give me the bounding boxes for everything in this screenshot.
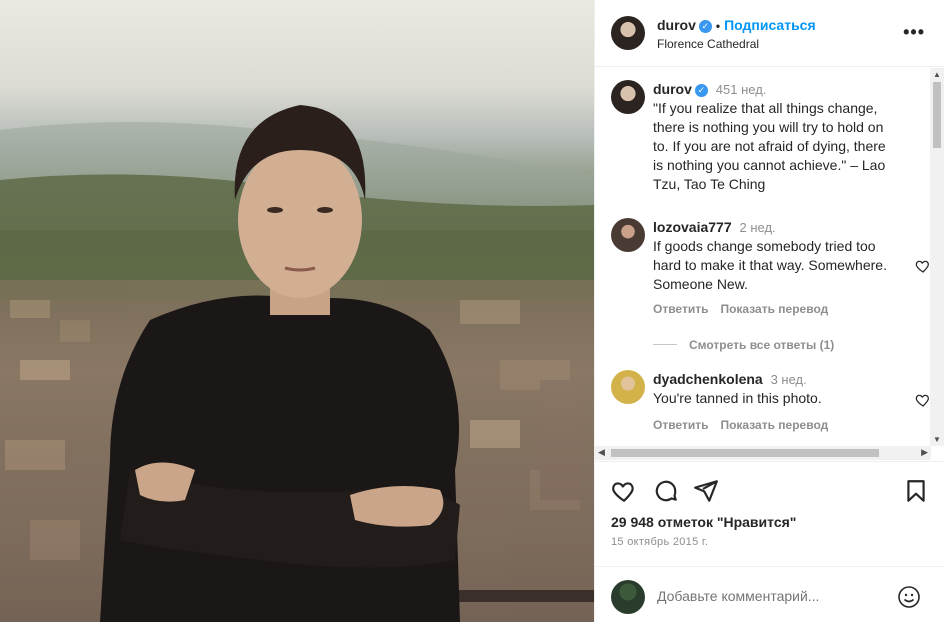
post-sidebar: durov ✓ • Подписаться Florence Cathedral ••… — [594, 0, 944, 622]
post-footer: 29 948 отметок "Нравится" 15 октябрь 201… — [595, 461, 944, 622]
comment-input[interactable] — [657, 588, 887, 604]
view-replies-label: Смотреть все ответы (1) — [689, 338, 835, 352]
horizontal-scroll-thumb[interactable] — [611, 449, 879, 457]
replies-line — [653, 344, 677, 345]
post-photo[interactable] — [0, 0, 594, 622]
scroll-right-icon[interactable]: ▶ — [921, 447, 928, 458]
comment-actions: Ответить Показать перевод — [653, 418, 840, 432]
reply-button[interactable]: Ответить — [653, 302, 708, 316]
like-comment-heart-icon[interactable] — [915, 258, 931, 274]
horizontal-scrollbar[interactable]: ◀ ▶ — [595, 446, 931, 460]
author-avatar[interactable] — [611, 80, 645, 114]
like-comment-heart-icon[interactable] — [915, 392, 931, 408]
comment-body: dyadchenkolena 3 нед. You're tanned in t… — [653, 370, 893, 408]
caption-username[interactable]: durov — [653, 81, 692, 97]
more-options-icon[interactable]: ••• — [903, 22, 925, 43]
comment-bubble-icon[interactable] — [653, 478, 679, 504]
comment-time[interactable]: 3 нед. — [771, 372, 807, 387]
show-translation-button[interactable]: Показать перевод — [720, 302, 828, 316]
scroll-up-icon[interactable]: ▲ — [933, 70, 941, 79]
current-user-avatar — [611, 580, 645, 614]
comment-body: lozovaia777 2 нед. If goods change someb… — [653, 218, 893, 294]
follow-button[interactable]: Подписаться — [724, 17, 816, 33]
vertical-scroll-thumb[interactable] — [933, 82, 941, 148]
photo-illustration — [0, 105, 594, 622]
like-heart-icon[interactable] — [611, 478, 637, 504]
separator-dot: • — [715, 19, 721, 33]
comment-time[interactable]: 2 нед. — [740, 220, 776, 235]
post-header: durov ✓ • Подписаться Florence Cathedral ••… — [595, 0, 944, 67]
post-location[interactable]: Florence Cathedral — [657, 37, 759, 51]
comment-username[interactable]: lozovaia777 — [653, 219, 732, 235]
comment-text: You're tanned in this photo. — [653, 390, 822, 406]
commenter-avatar[interactable] — [611, 370, 645, 404]
author-username[interactable]: durov — [657, 17, 696, 33]
comment-username[interactable]: dyadchenkolena — [653, 371, 763, 387]
comments-list[interactable]: durov ✓ 451 нед. "If you realize that all… — [595, 68, 944, 446]
likes-count[interactable]: 29 948 отметок "Нравится" — [611, 514, 796, 530]
commenter-avatar[interactable] — [611, 218, 645, 252]
comment-actions: Ответить Показать перевод — [653, 302, 840, 316]
bookmark-save-icon[interactable] — [903, 478, 929, 504]
post-date[interactable]: 15 октябрь 2015 г. — [611, 536, 708, 548]
scroll-down-icon[interactable]: ▼ — [933, 435, 941, 444]
comment-text: If goods change somebody tried too hard … — [653, 238, 887, 292]
share-send-icon[interactable] — [693, 478, 719, 504]
author-line: durov ✓ • Подписаться — [657, 17, 816, 33]
caption-time[interactable]: 451 нед. — [716, 82, 767, 97]
emoji-smiley-icon[interactable] — [897, 585, 921, 609]
reply-button[interactable]: Ответить — [653, 418, 708, 432]
caption-body: durov ✓ 451 нед. "If you realize that all… — [653, 80, 893, 194]
verified-badge-icon: ✓ — [698, 20, 712, 33]
caption-text: "If you realize that all things change, … — [653, 100, 886, 192]
author-avatar[interactable] — [611, 16, 645, 50]
scroll-left-icon[interactable]: ◀ — [598, 447, 605, 458]
vertical-scrollbar[interactable]: ▲ ▼ — [930, 68, 944, 446]
view-replies-button[interactable]: Смотреть все ответы (1) — [653, 338, 834, 352]
show-translation-button[interactable]: Показать перевод — [720, 418, 828, 432]
verified-badge-icon: ✓ — [694, 84, 708, 97]
add-comment-row — [595, 566, 944, 622]
